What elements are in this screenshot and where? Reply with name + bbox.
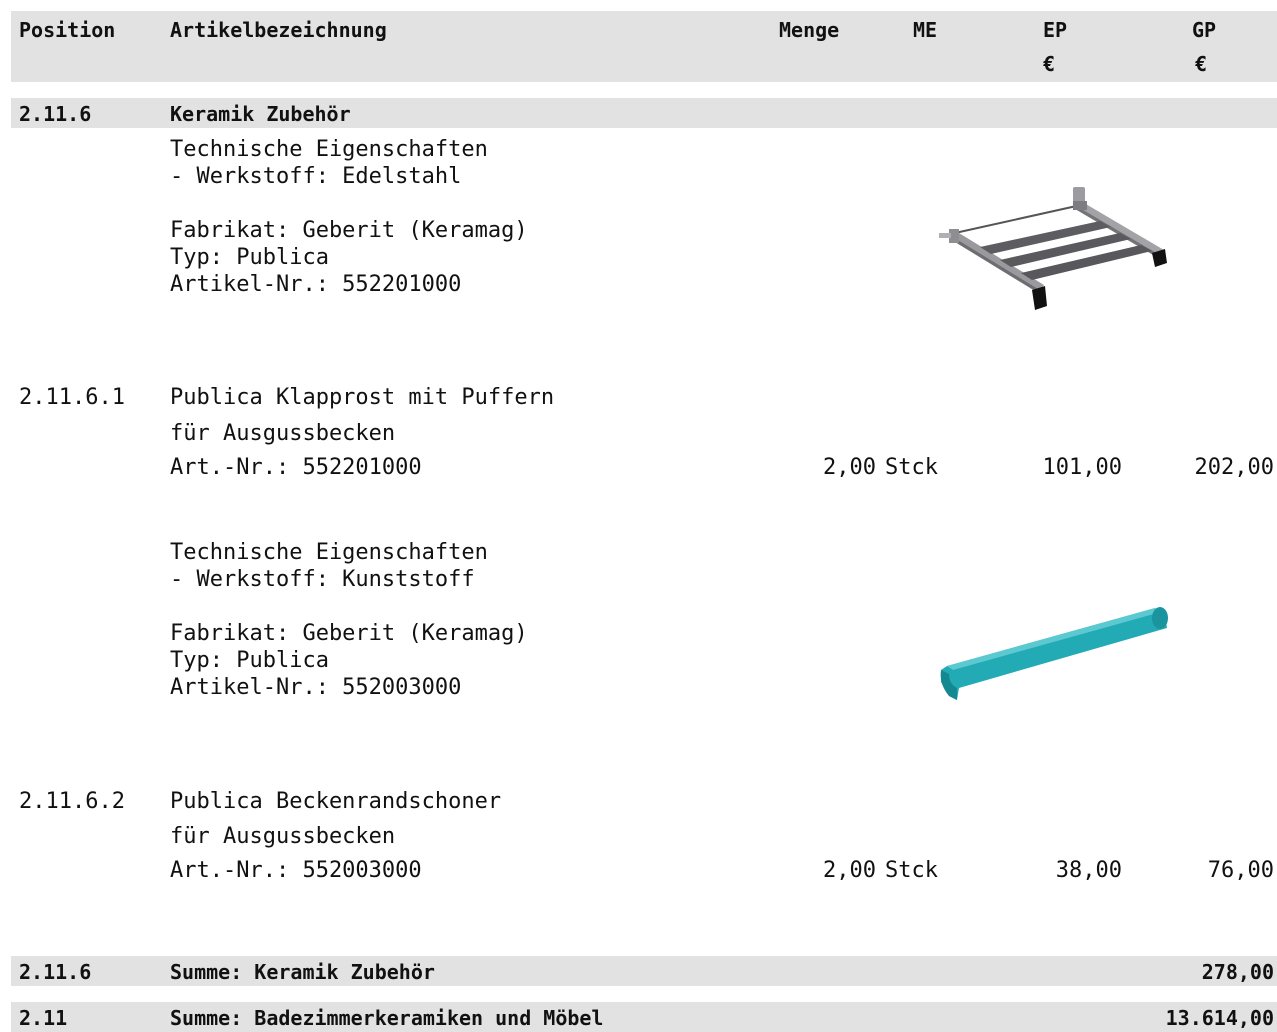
item2-ep: 38,00 [1055, 858, 1122, 883]
folding-grate-image [939, 187, 1167, 310]
item2-fabrikat: Fabrikat: Geberit (Keramag) [170, 621, 528, 646]
header-artikel: Artikelbezeichnung [170, 18, 387, 42]
sum-section-value: 13.614,00 [1165, 1006, 1274, 1030]
item1-name-line2: für Ausgussbecken [170, 421, 396, 446]
item2-menge: 2,00 [823, 858, 876, 883]
item2-spec-title: Technische Eigenschaften [170, 540, 488, 565]
item1-ep: 101,00 [1042, 455, 1122, 480]
item1-art-nr: Art.-Nr.: 552201000 [170, 455, 422, 480]
sum-group-label: Summe: Keramik Zubehör [170, 960, 435, 984]
item1-position: 2.11.6.1 [19, 385, 125, 410]
sum-section-label: Summe: Badezimmerkeramiken und Möbel [170, 1006, 604, 1030]
header-me: ME [913, 18, 938, 42]
item1-fabrikat: Fabrikat: Geberit (Keramag) [170, 218, 528, 243]
item1-me: Stck [885, 455, 938, 480]
item2-spec-material: - Werkstoff: Kunststoff [170, 567, 475, 592]
item1-name-line1: Publica Klapprost mit Puffern [170, 385, 555, 410]
group-title: Keramik Zubehör [170, 102, 351, 126]
item1-spec-title: Technische Eigenschaften [170, 137, 488, 162]
item2-name-line1: Publica Beckenrandschoner [170, 789, 502, 814]
sum-group-value: 278,00 [1201, 960, 1274, 984]
header-menge: Menge [779, 18, 840, 42]
rim-protector-image [940, 607, 1168, 700]
item2-name-line2: für Ausgussbecken [170, 824, 396, 849]
header-ep: EP [1043, 18, 1068, 42]
item2-me: Stck [885, 858, 938, 883]
header-gp: GP [1192, 18, 1217, 42]
item1-gp: 202,00 [1194, 455, 1274, 480]
item1-menge: 2,00 [823, 455, 876, 480]
item2-typ: Typ: Publica [170, 648, 329, 673]
header-ep-currency: € [1043, 52, 1056, 76]
sum-section-number: 2.11 [19, 1006, 68, 1030]
item1-typ: Typ: Publica [170, 245, 329, 270]
header-position: Position [19, 18, 116, 42]
header-gp-currency: € [1195, 52, 1208, 76]
item2-art-nr: Art.-Nr.: 552003000 [170, 858, 422, 883]
item1-artikel-nr: Artikel-Nr.: 552201000 [170, 272, 462, 297]
item1-spec-material: - Werkstoff: Edelstahl [170, 164, 462, 189]
group-number: 2.11.6 [19, 102, 92, 126]
item2-artikel-nr: Artikel-Nr.: 552003000 [170, 675, 462, 700]
item2-position: 2.11.6.2 [19, 789, 125, 814]
item2-gp: 76,00 [1207, 858, 1274, 883]
sum-group-number: 2.11.6 [19, 960, 92, 984]
